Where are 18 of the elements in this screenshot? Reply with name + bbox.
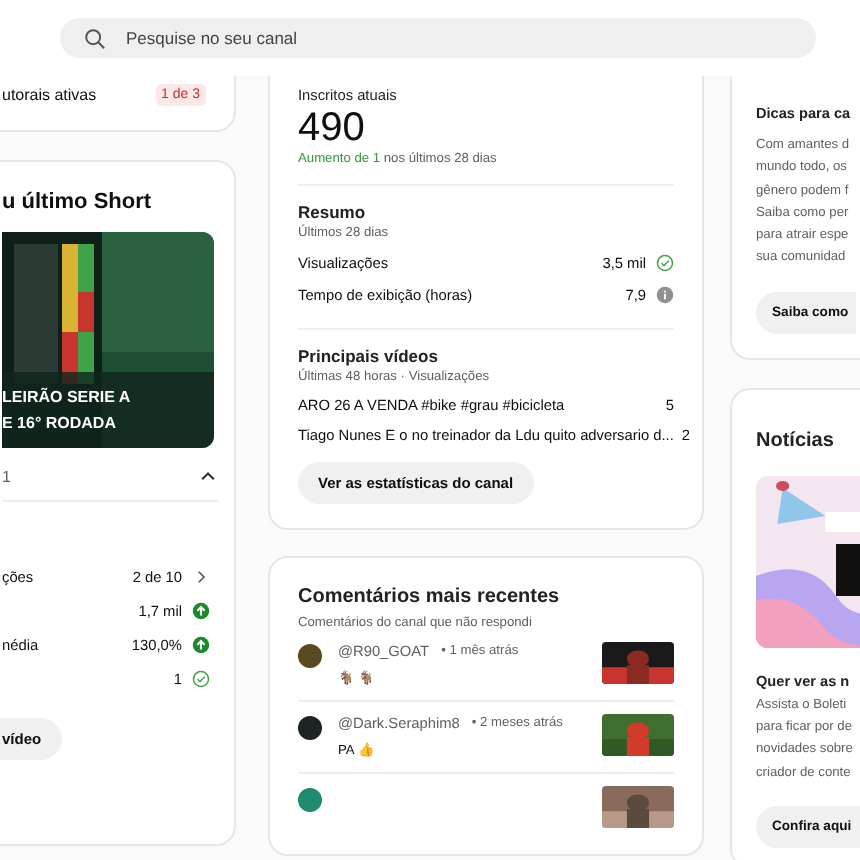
- up-arrow-icon: [192, 601, 210, 619]
- card-title: Notícias: [756, 429, 836, 452]
- info-icon: [656, 286, 674, 304]
- chevron-up-icon[interactable]: [198, 466, 218, 486]
- up-arrow-icon: [192, 635, 210, 653]
- status-label: utorais ativas: [2, 86, 97, 104]
- check-circle-icon: [192, 669, 210, 687]
- card-title: u último Short: [2, 190, 154, 214]
- video-caption: E 16° RODADA: [2, 412, 118, 436]
- check-circle-icon: [656, 254, 674, 272]
- video-caption: LEIRÃO SERIE A: [2, 385, 133, 410]
- subscriber-count: 490: [298, 104, 367, 152]
- section-title: Resumo: [298, 202, 368, 222]
- card-title: Comentários mais recentes: [298, 586, 562, 608]
- chevron-right-icon: [192, 567, 210, 585]
- search-field[interactable]: Pesquise no seu canal: [60, 18, 816, 58]
- section-title: Principais vídeos: [298, 346, 440, 366]
- count-label: 1: [2, 467, 11, 485]
